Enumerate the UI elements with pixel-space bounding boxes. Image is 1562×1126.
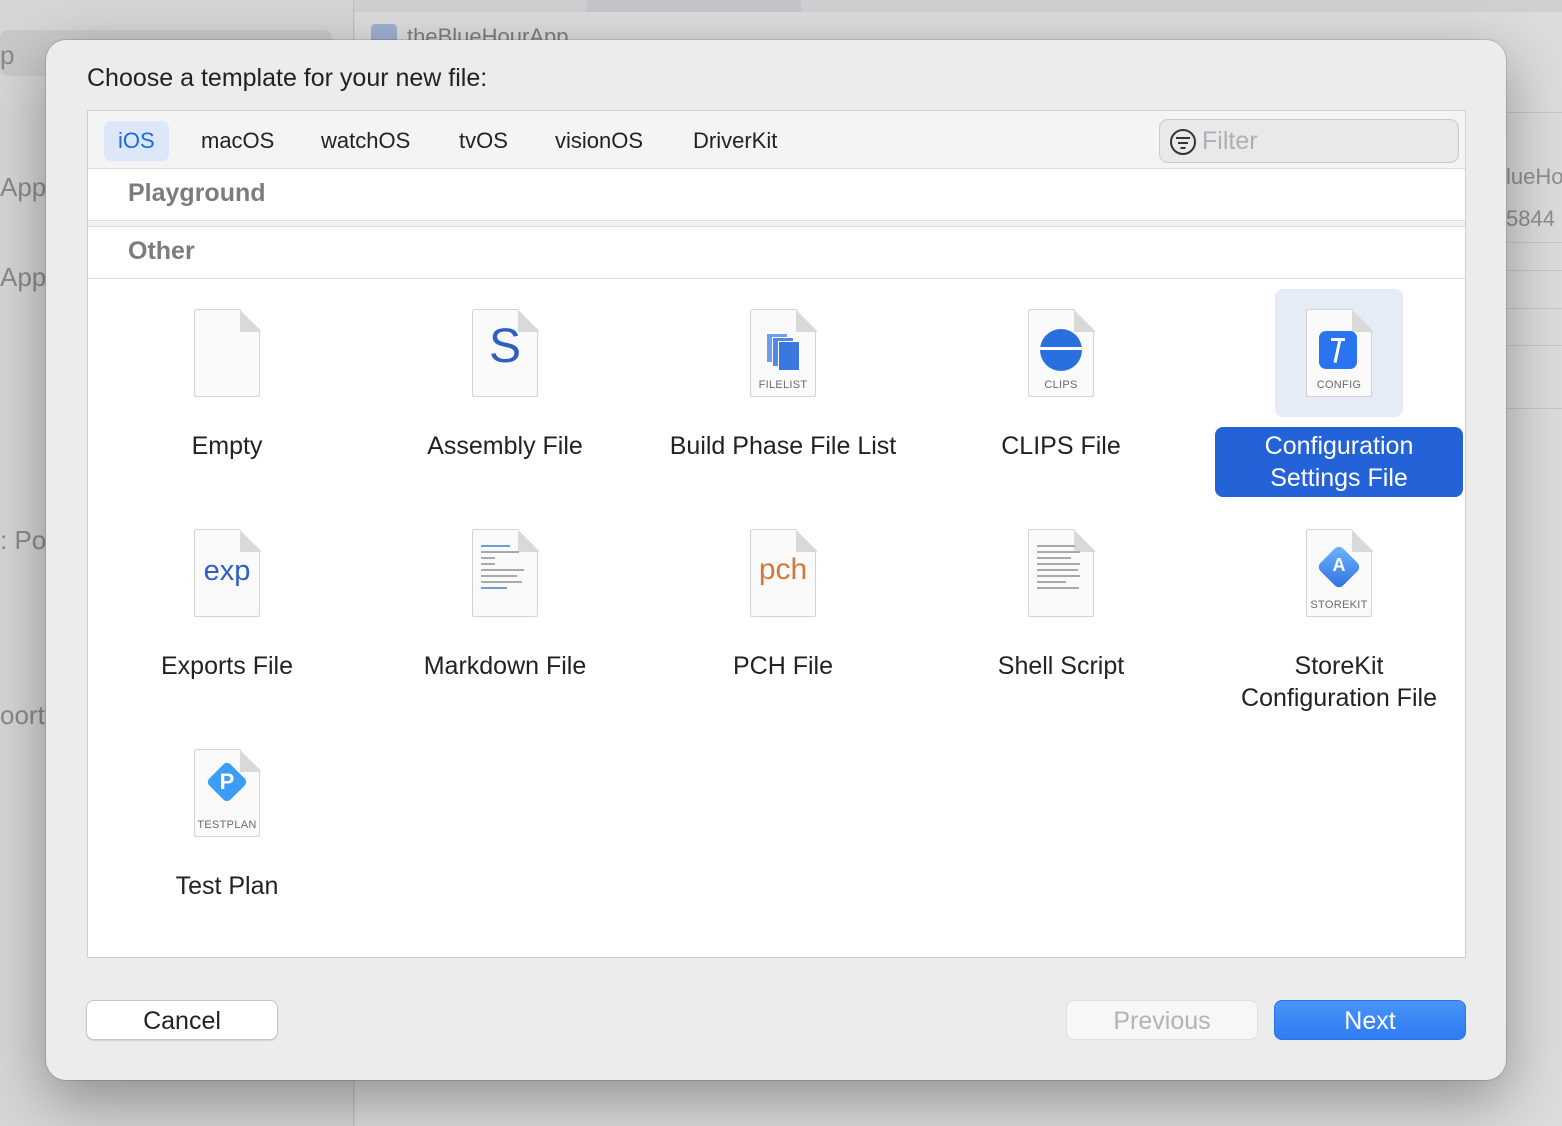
filelist-icon: FILELIST bbox=[719, 289, 847, 417]
template-pch-file[interactable]: pch PCH File bbox=[644, 501, 922, 721]
inspector-divider bbox=[1506, 270, 1562, 271]
icon-glyph: pch bbox=[758, 553, 808, 586]
empty-file-icon bbox=[163, 289, 291, 417]
icon-tag: CLIPS bbox=[1044, 379, 1078, 391]
tab-visionos[interactable]: visionOS bbox=[541, 121, 657, 161]
sidebar-fragment: App bbox=[0, 172, 47, 202]
template-label: Test Plan bbox=[175, 872, 279, 900]
filter-field[interactable] bbox=[1159, 119, 1459, 163]
pch-icon: pch bbox=[719, 509, 847, 637]
inspector-divider bbox=[1506, 242, 1562, 243]
sidebar-fragment: p bbox=[0, 40, 15, 70]
template-label: Configuration Settings File bbox=[1215, 427, 1463, 497]
sheet-title: Choose a template for your new file: bbox=[87, 64, 488, 92]
template-label: Empty bbox=[191, 432, 263, 460]
cancel-button[interactable]: Cancel bbox=[86, 1000, 278, 1040]
template-label: StoreKit Configuration File bbox=[1241, 652, 1437, 712]
previous-button[interactable]: Previous bbox=[1066, 1000, 1258, 1040]
tab-ios[interactable]: iOS bbox=[104, 121, 169, 161]
editor-tabstrip bbox=[355, 0, 1562, 12]
filter-icon bbox=[1170, 129, 1196, 155]
template-label: Markdown File bbox=[423, 652, 587, 680]
sidebar-fragment: oort bbox=[0, 700, 45, 730]
icon-tag: FILELIST bbox=[758, 379, 808, 391]
new-file-template-sheet: Choose a template for your new file: iOS… bbox=[46, 40, 1506, 1080]
assembly-s-icon: S bbox=[441, 289, 569, 417]
template-configuration-settings-file[interactable]: CONFIG Configuration Settings File bbox=[1200, 281, 1478, 501]
template-exports-file[interactable]: exp Exports File bbox=[88, 501, 366, 721]
active-editor-tab bbox=[587, 0, 801, 12]
icon-tag: CONFIG bbox=[1316, 379, 1362, 391]
section-title: Other bbox=[128, 237, 195, 265]
config-icon: CONFIG bbox=[1275, 289, 1403, 417]
section-header-playground[interactable]: Playground bbox=[88, 169, 1465, 221]
section-header-other[interactable]: Other bbox=[88, 227, 1465, 279]
markdown-icon bbox=[441, 509, 569, 637]
section-title: Playground bbox=[128, 179, 266, 207]
template-label: PCH File bbox=[732, 652, 833, 680]
storekit-icon: A STOREKIT bbox=[1275, 509, 1403, 637]
inspector-divider bbox=[1506, 345, 1562, 346]
tab-macos[interactable]: macOS bbox=[187, 121, 288, 161]
template-label: Build Phase File List bbox=[669, 432, 897, 460]
shell-script-icon bbox=[997, 509, 1125, 637]
icon-glyph: S bbox=[488, 320, 521, 373]
template-test-plan[interactable]: P TESTPLAN Test Plan bbox=[88, 721, 366, 941]
template-clips-file[interactable]: CLIPS CLIPS File bbox=[922, 281, 1200, 501]
template-assembly-file[interactable]: S Assembly File bbox=[366, 281, 644, 501]
inspector-fragment: 5844 bbox=[1506, 206, 1555, 231]
template-label: Shell Script bbox=[997, 652, 1125, 680]
inspector-fragment: lueHo bbox=[1506, 164, 1562, 189]
platform-tab-bar: iOS macOS watchOS tvOS visionOS DriverKi… bbox=[88, 111, 1465, 169]
next-button[interactable]: Next bbox=[1274, 1000, 1466, 1040]
template-label: Assembly File bbox=[427, 432, 583, 460]
tab-driverkit[interactable]: DriverKit bbox=[679, 121, 791, 161]
exports-icon: exp bbox=[163, 509, 291, 637]
template-panel: iOS macOS watchOS tvOS visionOS DriverKi… bbox=[87, 110, 1466, 958]
template-shell-script[interactable]: Shell Script bbox=[922, 501, 1200, 721]
icon-tag: STOREKIT bbox=[1310, 599, 1368, 611]
template-storekit-configuration-file[interactable]: A STOREKIT StoreKit Configuration File bbox=[1200, 501, 1478, 721]
tab-tvos[interactable]: tvOS bbox=[445, 121, 522, 161]
icon-tag: TESTPLAN bbox=[197, 819, 257, 831]
tab-watchos[interactable]: watchOS bbox=[307, 121, 424, 161]
template-label: Exports File bbox=[161, 652, 293, 680]
inspector-divider bbox=[1506, 112, 1562, 113]
template-build-phase-file-list[interactable]: FILELIST Build Phase File List bbox=[644, 281, 922, 501]
inspector-divider bbox=[1506, 408, 1562, 409]
template-empty[interactable]: Empty bbox=[88, 281, 366, 501]
clips-icon: CLIPS bbox=[997, 289, 1125, 417]
inspector-divider bbox=[1506, 308, 1562, 309]
template-markdown-file[interactable]: Markdown File bbox=[366, 501, 644, 721]
template-label: CLIPS File bbox=[1001, 432, 1121, 460]
testplan-icon: P TESTPLAN bbox=[163, 729, 291, 857]
icon-glyph: P bbox=[219, 769, 235, 794]
filter-input[interactable] bbox=[1202, 124, 1442, 158]
icon-glyph: exp bbox=[203, 555, 251, 587]
